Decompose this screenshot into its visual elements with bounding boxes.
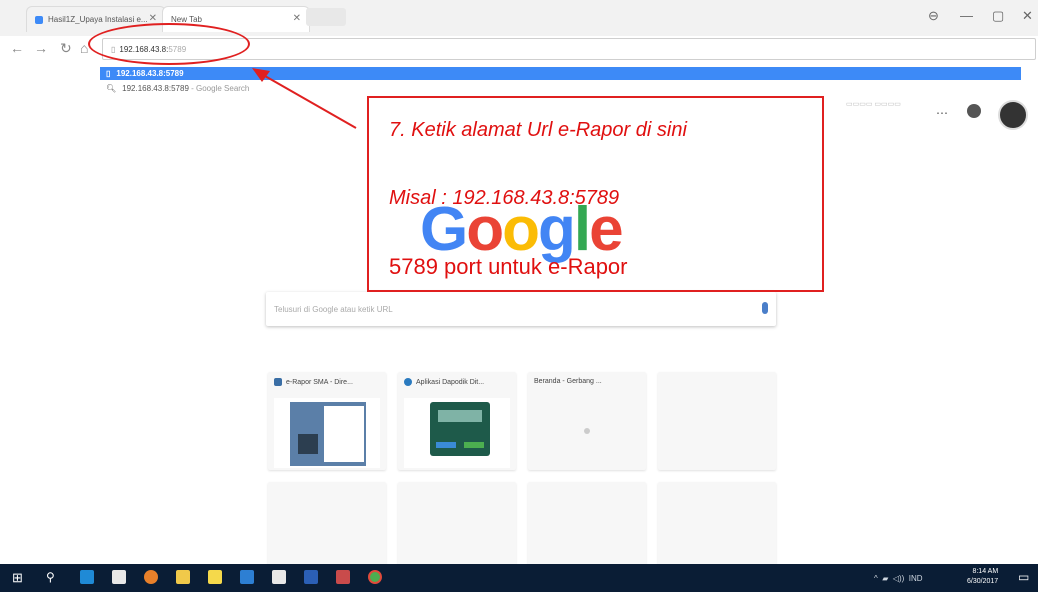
search-input[interactable]: Telusuri di Google atau ketik URL — [266, 292, 776, 326]
annotation-step: 7. Ketik alamat Url e-Rapor di sini — [389, 119, 687, 141]
chrome-icon[interactable] — [368, 570, 382, 584]
system-tray[interactable]: ^ ▰ ◁)) IND — [874, 574, 923, 583]
edge-icon[interactable] — [80, 570, 94, 584]
reload-icon[interactable]: ↻ — [60, 40, 72, 57]
most-visited-tile[interactable]: Beranda - Gerbang ... — [528, 372, 646, 470]
clock-date: 6/30/2017 — [967, 578, 999, 585]
page-icon: ▯ — [106, 69, 111, 78]
tile-thumbnail — [274, 398, 380, 468]
firefox-icon[interactable] — [144, 570, 158, 584]
tab-label: Hasil1Z_Upaya Instalasi e... — [48, 15, 148, 24]
notification-center-icon[interactable]: ▭ — [1018, 570, 1029, 584]
windows-start-icon[interactable]: ⊞ — [12, 570, 23, 586]
minimize-icon[interactable]: — — [960, 8, 973, 23]
empty-tile — [658, 372, 776, 470]
avatar[interactable] — [998, 100, 1028, 130]
profile-icon[interactable]: ⊖ — [928, 8, 939, 24]
app-icon[interactable] — [240, 570, 254, 584]
folder-icon[interactable] — [176, 570, 190, 584]
apps-icon[interactable]: ⋯ — [936, 106, 949, 120]
notifications-icon[interactable] — [967, 104, 981, 118]
word-icon[interactable] — [304, 570, 318, 584]
tile-thumbnail — [534, 398, 640, 468]
tile-title: e-Rapor SMA - Dire... — [286, 378, 353, 386]
new-tab-button[interactable] — [306, 8, 346, 26]
most-visited-tile[interactable]: Aplikasi Dapodik Dit... — [398, 372, 516, 470]
notes-icon[interactable] — [208, 570, 222, 584]
tile-thumbnail — [404, 398, 510, 468]
search-placeholder: Telusuri di Google atau ketik URL — [274, 304, 393, 314]
close-window-icon[interactable]: ✕ — [1022, 8, 1033, 24]
paint-icon[interactable] — [336, 570, 350, 584]
chrome-tab-icon — [35, 15, 43, 24]
top-links[interactable]: ▭▭▭▭ ▭▭▭▭ — [846, 100, 901, 108]
close-icon[interactable]: ✕ — [293, 13, 301, 24]
tile-title: Beranda - Gerbang ... — [534, 378, 602, 385]
taskbar-clock[interactable]: 8:14 AM 6/30/2017 — [967, 567, 998, 587]
tray-language: IND — [908, 574, 923, 583]
back-icon[interactable]: ← — [10, 40, 24, 56]
clock-time: 8:14 AM — [972, 568, 999, 575]
mail-icon[interactable] — [272, 570, 286, 584]
suggestion-url[interactable]: ▯ 192.168.43.8:5789 — [100, 67, 1021, 80]
search-icon: 🔍︎ — [106, 84, 117, 93]
suggestion-search[interactable]: 🔍︎ 192.168.43.8:5789 - Google Search — [100, 82, 500, 95]
site-favicon-icon — [274, 378, 282, 386]
annotation-circle — [88, 23, 250, 65]
tile-title: Aplikasi Dapodik Dit... — [416, 378, 485, 386]
globe-icon — [404, 378, 412, 386]
search-icon[interactable]: ⚲ — [46, 570, 55, 584]
suggestion-suffix: - Google Search — [191, 84, 250, 93]
restore-icon[interactable]: ▢ — [992, 8, 1004, 24]
most-visited-tile[interactable]: e-Rapor SMA - Dire... — [268, 372, 386, 470]
forward-icon[interactable]: → — [34, 40, 48, 56]
annotation-example: Misal : 192.168.43.8:5789 — [389, 187, 620, 209]
suggestion-text: 192.168.43.8:5789 — [122, 84, 189, 93]
store-icon[interactable] — [112, 570, 126, 584]
mic-icon[interactable] — [762, 302, 768, 314]
suggestion-text: 192.168.43.8:5789 — [116, 69, 184, 78]
annotation-note: 5789 port untuk e-Rapor — [389, 254, 628, 279]
